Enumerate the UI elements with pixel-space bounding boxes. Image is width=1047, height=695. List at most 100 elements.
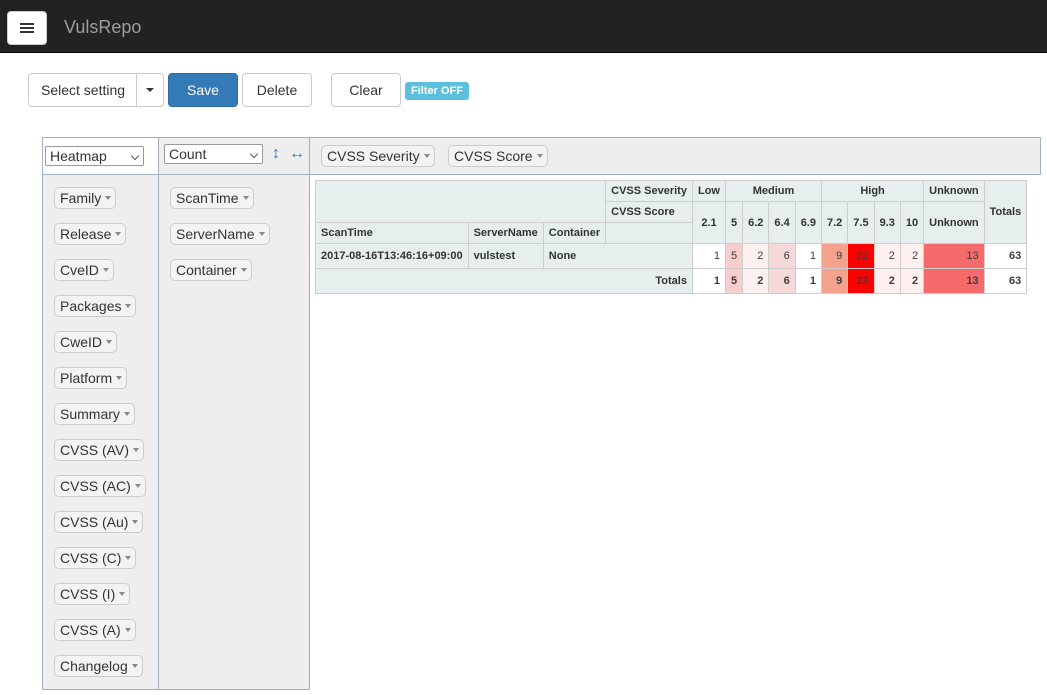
heatmap-cell: 2	[873, 243, 901, 269]
pivot-attribute[interactable]: CVSS (A)	[54, 619, 136, 641]
attribute-filter-triangle-icon[interactable]	[125, 304, 132, 308]
pivot-attribute[interactable]: CVSS (AV)	[54, 439, 144, 461]
totals-row: Totals 1 5 2 6 1 9 22 2 2 13 63	[315, 268, 1028, 294]
attribute-filter-triangle-icon[interactable]	[240, 268, 247, 272]
attribute-filter-triangle-icon[interactable]	[124, 628, 131, 632]
pivot-attribute-label: CVSS Score	[454, 148, 533, 164]
attribute-filter-triangle-icon[interactable]	[132, 448, 139, 452]
pivot-attribute[interactable]: Packages	[54, 295, 137, 317]
menu-button[interactable]	[7, 11, 47, 45]
caret-down-icon	[146, 88, 154, 92]
aggregator-value: Count	[169, 146, 207, 162]
attribute-filter-triangle-icon[interactable]	[115, 232, 122, 236]
row-order-arrows-icon[interactable]: ↕	[272, 145, 280, 163]
column-attributes-area[interactable]: CVSS Severity CVSS Score	[309, 137, 1041, 175]
row-attr-label: Container	[542, 222, 607, 244]
pivot-attribute[interactable]: CVSS (Au)	[54, 511, 144, 533]
filter-status-badge[interactable]: Filter OFF	[405, 82, 469, 100]
brand-title[interactable]: VulsRepo	[64, 17, 141, 38]
pivot-attribute[interactable]: Summary	[54, 403, 135, 425]
column-total-cell: 1	[691, 268, 726, 294]
pivot-attribute-label: CVSS (AV)	[60, 442, 129, 458]
pivot-attribute-label: Platform	[60, 370, 113, 386]
pivot-attribute[interactable]: ServerName	[170, 223, 270, 245]
select-setting-caret[interactable]	[136, 74, 163, 106]
attribute-filter-triangle-icon[interactable]	[242, 196, 249, 200]
severity-group-header: Unknown	[923, 180, 985, 202]
score-header: 6.2	[742, 201, 770, 244]
pivot-attribute-label: CweID	[60, 334, 103, 350]
pivot-attribute-label: ScanTime	[176, 190, 239, 206]
score-header: 7.5	[847, 201, 875, 244]
severity-group-header: High	[820, 180, 925, 202]
pivot-attribute[interactable]: CVSS (AC)	[54, 475, 146, 497]
column-total-cell: 2	[742, 268, 770, 294]
pivot-attribute[interactable]: CweID	[54, 331, 118, 353]
attribute-filter-triangle-icon[interactable]	[116, 376, 123, 380]
select-setting-dropdown[interactable]: Select setting	[28, 73, 164, 107]
pivot-attribute[interactable]: CVSS Severity	[321, 145, 435, 167]
chevron-down-icon	[130, 151, 140, 161]
column-attr-label: CVSS Severity	[605, 180, 693, 202]
column-total-cell: 9	[820, 268, 849, 294]
pivot-attribute-label: Summary	[60, 406, 120, 422]
column-total-cell: 6	[768, 268, 796, 294]
renderer-select[interactable]: Heatmap	[45, 146, 144, 166]
severity-group-header: Low	[691, 180, 726, 202]
attribute-filter-triangle-icon[interactable]	[536, 154, 543, 158]
column-total-cell: 2	[899, 268, 925, 294]
row-attributes-area[interactable]: ScanTime ServerName Container	[158, 174, 310, 690]
column-total-cell: 2	[873, 268, 901, 294]
heatmap-cell: 6	[768, 243, 796, 269]
pivot-attribute-label: Container	[176, 262, 237, 278]
score-header: 10	[899, 201, 925, 244]
pivot-attribute-label: CVSS (A)	[60, 622, 121, 638]
pivot-attribute[interactable]: Family	[54, 187, 117, 209]
pivot-attribute[interactable]: CVSS Score	[448, 145, 548, 167]
column-total-cell: 5	[724, 268, 744, 294]
pivot-attribute[interactable]: Changelog	[54, 655, 143, 677]
pivot-attribute-label: Release	[60, 226, 112, 242]
attribute-filter-triangle-icon[interactable]	[106, 340, 113, 344]
score-header: 2.1	[691, 201, 726, 244]
attribute-filter-triangle-icon[interactable]	[105, 196, 112, 200]
pivot-attribute-label: CveID	[60, 262, 99, 278]
unused-attributes-area[interactable]: Family Release CveID Packages CweID Platform S…	[42, 174, 159, 690]
renderer-cell: Heatmap	[42, 137, 159, 175]
attribute-filter-triangle-icon[interactable]	[123, 412, 130, 416]
attribute-filter-triangle-icon[interactable]	[125, 556, 132, 560]
attribute-filter-triangle-icon[interactable]	[102, 268, 109, 272]
pivot-attribute[interactable]: Container	[170, 259, 252, 281]
attribute-filter-triangle-icon[interactable]	[134, 484, 141, 488]
container-label: None	[542, 243, 693, 269]
attribute-filter-triangle-icon[interactable]	[131, 664, 138, 668]
row-attr-label: ScanTime	[315, 222, 469, 244]
pivot-attribute[interactable]: CVSS (C)	[54, 547, 137, 569]
save-button[interactable]: Save	[168, 73, 238, 107]
chevron-down-icon	[249, 149, 259, 159]
attribute-filter-triangle-icon[interactable]	[132, 520, 139, 524]
pivot-attribute[interactable]: ScanTime	[170, 187, 254, 209]
score-header: 6.9	[794, 201, 822, 244]
heatmap-cell: 1	[691, 243, 726, 269]
column-total-cell: 1	[794, 268, 822, 294]
hamburger-menu-icon	[20, 23, 34, 33]
score-header: Unknown	[923, 201, 985, 244]
table-spacer-cell	[605, 222, 693, 244]
pivot-attribute[interactable]: CVSS (I)	[54, 583, 131, 605]
renderer-value: Heatmap	[50, 148, 107, 164]
col-order-arrows-icon[interactable]: ↔	[289, 145, 305, 163]
column-total-cell: 13	[923, 268, 985, 294]
aggregator-select[interactable]: Count	[164, 144, 263, 164]
pivot-attribute-label: CVSS Severity	[327, 148, 420, 164]
pivot-attribute[interactable]: Platform	[54, 367, 128, 389]
pivot-attribute[interactable]: CveID	[54, 259, 114, 281]
attribute-filter-triangle-icon[interactable]	[119, 592, 126, 596]
pivot-attribute[interactable]: Release	[54, 223, 127, 245]
delete-button[interactable]: Delete	[242, 73, 312, 107]
grand-total-cell: 63	[983, 268, 1028, 294]
pivot-attribute-label: ServerName	[176, 226, 255, 242]
clear-button[interactable]: Clear	[331, 73, 401, 107]
attribute-filter-triangle-icon[interactable]	[423, 154, 430, 158]
attribute-filter-triangle-icon[interactable]	[258, 232, 265, 236]
